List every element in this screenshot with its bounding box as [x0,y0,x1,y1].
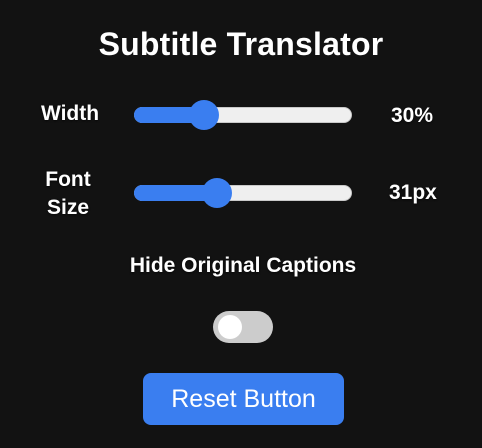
width-value: 30% [391,104,434,127]
width-label: Width [40,102,100,125]
width-slider-thumb[interactable] [189,100,219,130]
width-slider[interactable] [134,100,352,130]
font-size-slider[interactable] [134,178,352,208]
font-size-label: Font Size [45,168,91,219]
hide-captions-toggle[interactable] [213,311,273,343]
hide-captions-label: Hide Original Captions [129,254,357,277]
app-title: Subtitle Translator [98,26,384,62]
toggle-knob [218,315,242,339]
reset-button[interactable]: Reset Button [143,373,344,425]
font-size-slider-thumb[interactable] [202,178,232,208]
font-size-value: 31px [389,181,437,204]
